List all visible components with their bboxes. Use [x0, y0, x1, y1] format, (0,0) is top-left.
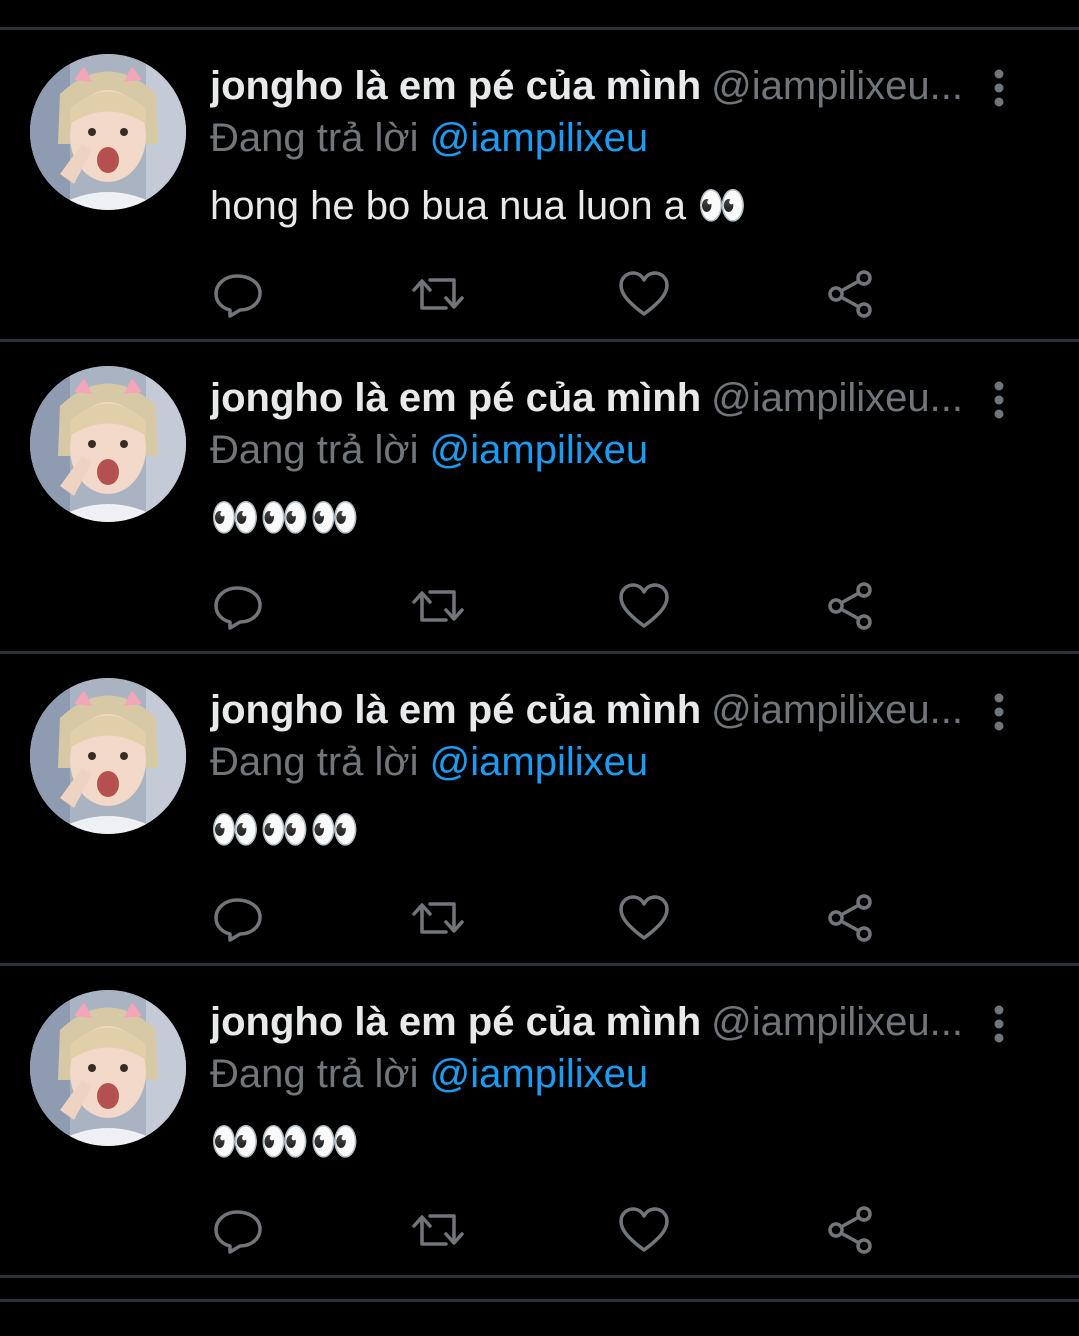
share-icon: [828, 894, 872, 942]
retweet-icon: [412, 278, 464, 310]
share-icon: [828, 1206, 872, 1254]
tweet-actions: [210, 1204, 890, 1256]
tweet-actions: [210, 268, 890, 320]
divider: [0, 1275, 1079, 1278]
tweet[interactable]: jongho là em pé của mình @iampilixeu... Đ…: [0, 30, 1079, 342]
user-handle[interactable]: @iampilixeu...: [711, 688, 963, 732]
like-button[interactable]: [616, 580, 672, 632]
user-handle[interactable]: @iampilixeu...: [711, 64, 963, 108]
reply-prefix: Đang trả lời: [210, 1052, 419, 1096]
reply-button[interactable]: [210, 580, 266, 632]
tweet-actions: [210, 580, 890, 632]
reply-prefix: Đang trả lời: [210, 740, 419, 784]
reply-mention-link[interactable]: @iampilixeu: [430, 428, 648, 472]
tweet-header: jongho là em pé của mình @iampilixeu...: [210, 62, 970, 110]
like-button[interactable]: [616, 892, 672, 944]
avatar[interactable]: [30, 54, 186, 210]
user-handle[interactable]: @iampilixeu...: [711, 1000, 963, 1044]
more-options-button[interactable]: [985, 66, 1013, 110]
display-name[interactable]: jongho là em pé của mình: [210, 1000, 701, 1044]
retweet-button[interactable]: [410, 892, 466, 944]
tweet-header: jongho là em pé của mình @iampilixeu...: [210, 686, 970, 734]
tweet-actions: [210, 892, 890, 944]
reply-icon: [214, 274, 262, 318]
retweet-icon: [412, 1214, 464, 1246]
retweet-icon: [412, 590, 464, 622]
more-vertical-icon: [994, 381, 1004, 419]
replying-to: Đang trả lời @iampilixeu: [210, 1050, 648, 1098]
reply-mention-link[interactable]: @iampilixeu: [430, 1052, 648, 1096]
avatar[interactable]: [30, 990, 186, 1146]
share-button[interactable]: [822, 1204, 878, 1256]
reply-icon: [214, 1210, 262, 1254]
reply-button[interactable]: [210, 892, 266, 944]
more-options-button[interactable]: [985, 1002, 1013, 1046]
heart-icon: [619, 583, 669, 628]
retweet-icon: [412, 902, 464, 934]
more-options-button[interactable]: [985, 690, 1013, 734]
reply-mention-link[interactable]: @iampilixeu: [430, 740, 648, 784]
heart-icon: [619, 1207, 669, 1252]
tweet[interactable]: jongho là em pé của mình @iampilixeu... Đ…: [0, 966, 1079, 1278]
tweet-header: jongho là em pé của mình @iampilixeu...: [210, 998, 970, 1046]
replying-to: Đang trả lời @iampilixeu: [210, 426, 648, 474]
more-options-button[interactable]: [985, 378, 1013, 422]
retweet-button[interactable]: [410, 1204, 466, 1256]
tweet-text: 👀👀👀: [210, 1120, 360, 1164]
share-icon: [828, 582, 872, 630]
user-handle[interactable]: @iampilixeu...: [711, 376, 963, 420]
like-button[interactable]: [616, 268, 672, 320]
like-button[interactable]: [616, 1204, 672, 1256]
share-button[interactable]: [822, 268, 878, 320]
reply-button[interactable]: [210, 268, 266, 320]
display-name[interactable]: jongho là em pé của mình: [210, 688, 701, 732]
heart-icon: [619, 895, 669, 940]
replying-to: Đang trả lời @iampilixeu: [210, 114, 648, 162]
replying-to: Đang trả lời @iampilixeu: [210, 738, 648, 786]
share-icon: [828, 270, 872, 318]
tweet-text: 👀👀👀: [210, 496, 360, 540]
reply-icon: [214, 586, 262, 630]
display-name[interactable]: jongho là em pé của mình: [210, 376, 701, 420]
retweet-button[interactable]: [410, 580, 466, 632]
tweet-header: jongho là em pé của mình @iampilixeu...: [210, 374, 970, 422]
tweet-text: hong he bo bua nua luon a 👀: [210, 184, 747, 228]
reply-mention-link[interactable]: @iampilixeu: [430, 116, 648, 160]
reply-prefix: Đang trả lời: [210, 428, 419, 472]
bottom-divider: [0, 1299, 1079, 1302]
avatar[interactable]: [30, 366, 186, 522]
reply-icon: [214, 898, 262, 942]
retweet-button[interactable]: [410, 268, 466, 320]
tweet[interactable]: jongho là em pé của mình @iampilixeu... Đ…: [0, 654, 1079, 966]
more-vertical-icon: [994, 69, 1004, 107]
display-name[interactable]: jongho là em pé của mình: [210, 64, 701, 108]
share-button[interactable]: [822, 892, 878, 944]
share-button[interactable]: [822, 580, 878, 632]
tweet[interactable]: jongho là em pé của mình @iampilixeu... Đ…: [0, 342, 1079, 654]
heart-icon: [619, 271, 669, 316]
avatar[interactable]: [30, 678, 186, 834]
more-vertical-icon: [994, 1005, 1004, 1043]
reply-button[interactable]: [210, 1204, 266, 1256]
reply-prefix: Đang trả lời: [210, 116, 419, 160]
tweet-text: 👀👀👀: [210, 808, 360, 852]
more-vertical-icon: [994, 693, 1004, 731]
